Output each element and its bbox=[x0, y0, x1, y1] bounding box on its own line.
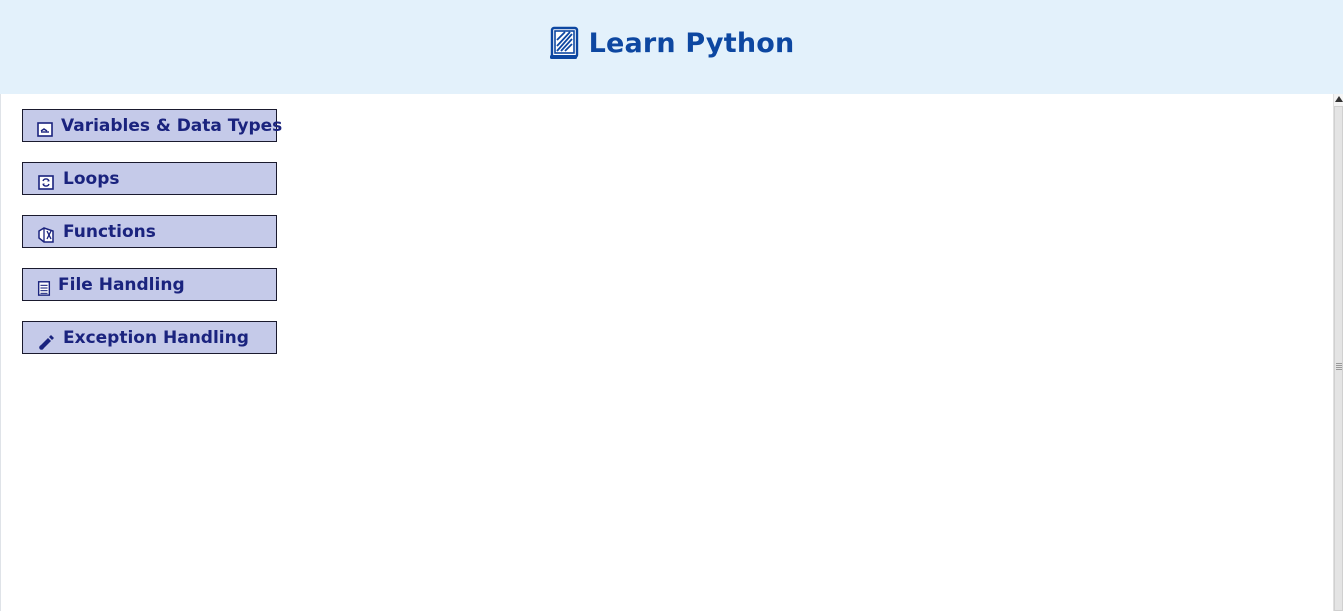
menu-button-variables[interactable]: Variables & Data Types bbox=[22, 109, 282, 142]
exception-pen-icon bbox=[36, 331, 56, 351]
scroll-up-arrow-icon[interactable] bbox=[1335, 96, 1343, 102]
menu-button-exception-handling[interactable]: Exception Handling bbox=[22, 321, 277, 354]
menu-button-functions[interactable]: Functions bbox=[22, 215, 277, 248]
scroll-thumb[interactable] bbox=[1334, 106, 1343, 611]
vertical-scrollbar[interactable] bbox=[1333, 94, 1343, 611]
menu-button-label: File Handling bbox=[58, 274, 185, 295]
app-header: Learn Python bbox=[0, 0, 1343, 94]
file-icon bbox=[36, 278, 52, 298]
main-content: Variables & Data Types Loops Functions F… bbox=[0, 94, 1333, 611]
menu-button-file-handling[interactable]: File Handling bbox=[22, 268, 277, 301]
page-title: Learn Python bbox=[588, 27, 795, 59]
loop-icon bbox=[36, 172, 56, 192]
book-icon bbox=[549, 26, 579, 60]
function-icon bbox=[36, 225, 56, 245]
topic-menu: Variables & Data Types Loops Functions F… bbox=[22, 109, 282, 354]
menu-button-label: Functions bbox=[63, 221, 156, 242]
scroll-grip-icon bbox=[1336, 363, 1342, 370]
menu-button-label: Loops bbox=[63, 168, 120, 189]
menu-button-loops[interactable]: Loops bbox=[22, 162, 277, 195]
menu-button-label: Variables & Data Types bbox=[61, 115, 283, 136]
menu-button-label: Exception Handling bbox=[63, 327, 249, 348]
variable-box-icon bbox=[36, 119, 54, 139]
app-title-group: Learn Python bbox=[549, 26, 795, 60]
